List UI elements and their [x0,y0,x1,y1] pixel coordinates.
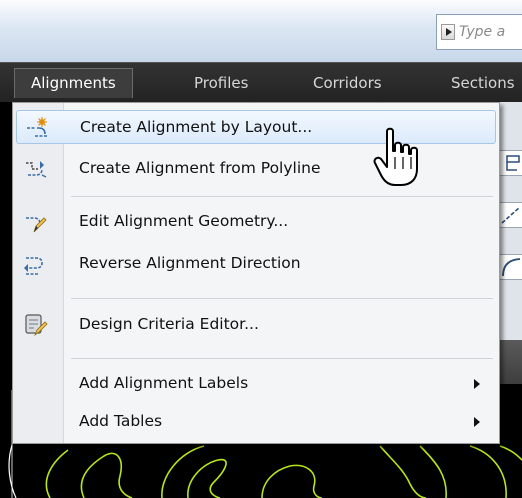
menu-item-add-alignment-labels[interactable]: Add Alignment Labels [16,367,496,401]
menu-separator [71,298,493,299]
menu-item-label: Reverse Alignment Direction [79,254,301,272]
menu-item-label: Design Criteria Editor... [79,315,259,333]
hand-pointer-icon [373,127,418,186]
alignment-layout-icon [27,117,47,137]
submenu-arrow-icon [474,417,480,427]
menu-separator [71,196,493,197]
reverse-direction-icon [24,257,43,275]
menu-item-create-by-layout[interactable]: Create Alignment by Layout... [16,110,496,144]
menu-item-label: Edit Alignment Geometry... [79,212,289,230]
alignment-polyline-icon [26,161,47,178]
menu-item-add-tables[interactable]: Add Tables [16,405,496,439]
menu-separator [71,358,493,359]
design-criteria-icon [25,314,48,337]
menu-item-label: Add Tables [79,412,163,430]
menu-item-label: Create Alignment from Polyline [79,159,321,177]
menu-item-edit-geometry[interactable]: Edit Alignment Geometry... [16,205,496,239]
menu-item-label: Create Alignment by Layout... [80,118,313,136]
edit-geometry-icon [26,217,47,233]
alignments-dropdown-menu: Create Alignment by Layout... Create Ali… [12,102,500,444]
submenu-arrow-icon [474,379,480,389]
menu-item-design-criteria[interactable]: Design Criteria Editor... [16,308,496,342]
menu-item-create-from-polyline[interactable]: Create Alignment from Polyline [16,152,496,186]
menu-item-reverse-direction[interactable]: Reverse Alignment Direction [16,247,496,281]
menu-item-label: Add Alignment Labels [79,374,249,392]
